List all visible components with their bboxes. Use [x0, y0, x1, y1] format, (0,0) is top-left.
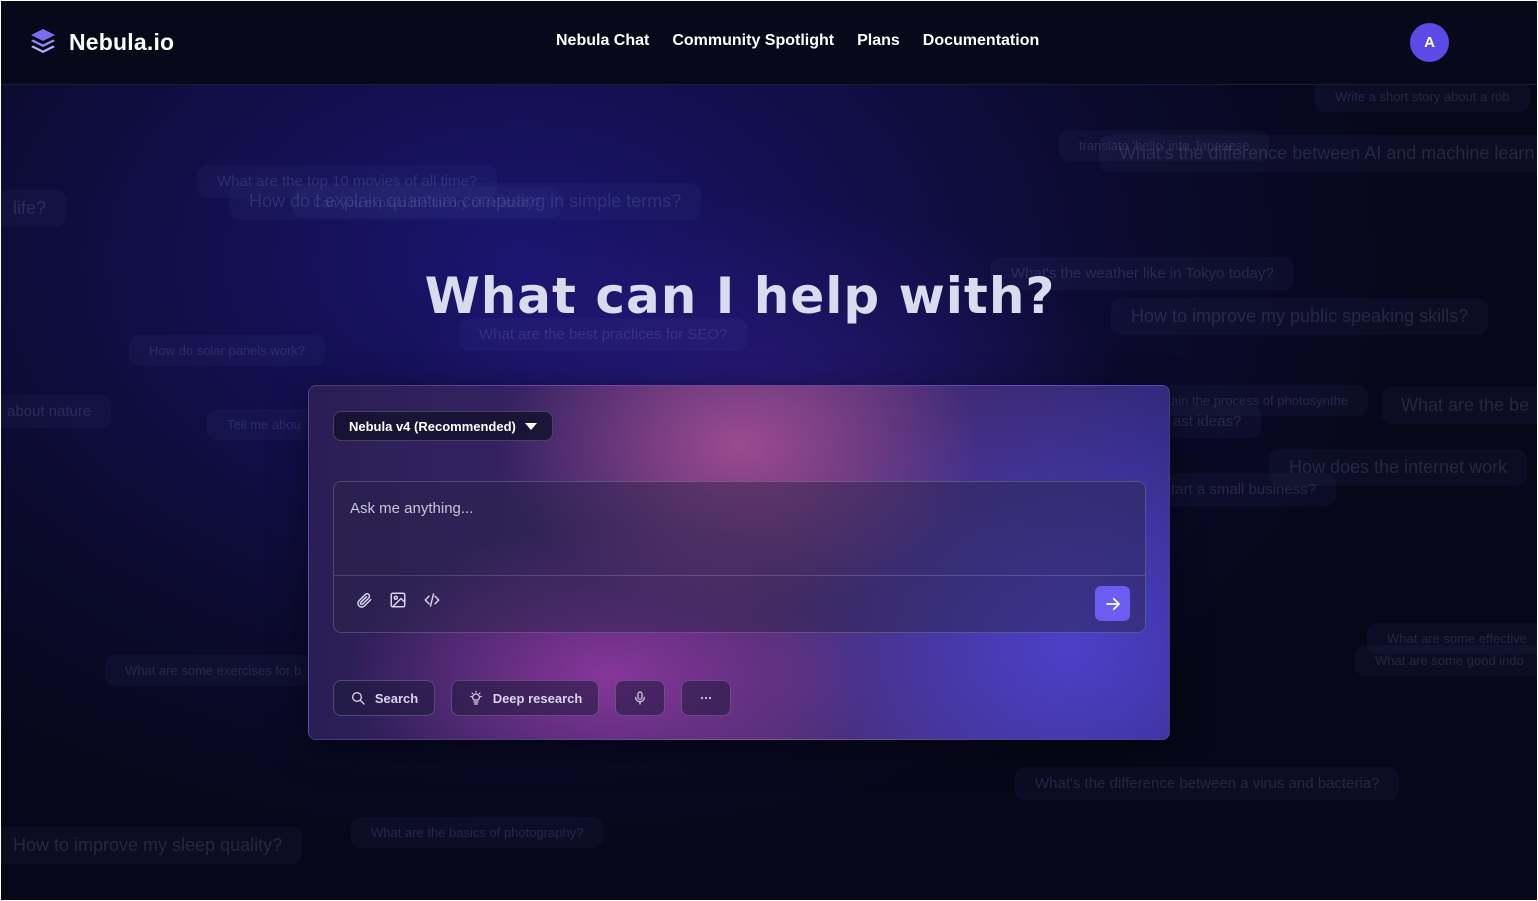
- divider: [334, 575, 1145, 576]
- bg-suggestion: about nature: [1, 395, 112, 428]
- composer-actions: Search Deep research: [333, 680, 731, 716]
- caret-down-icon: [524, 422, 537, 430]
- nav-link-documentation[interactable]: Documentation: [923, 32, 1039, 50]
- deep-research-button[interactable]: Deep research: [451, 680, 599, 716]
- search-button-label: Search: [374, 690, 419, 706]
- bg-suggestion: What are some good indo: [1355, 645, 1537, 676]
- layers-icon: [31, 29, 55, 53]
- prompt-input[interactable]: [334, 482, 1145, 575]
- more-options-button[interactable]: [681, 680, 731, 716]
- main-nav: Nebula Chat Community Spotlight Plans Do…: [556, 32, 1039, 50]
- nav-link-community-spotlight[interactable]: Community Spotlight: [672, 32, 834, 50]
- bg-suggestion: What are the be: [1381, 387, 1537, 424]
- bg-suggestion: What are some exercises for b: [105, 655, 322, 686]
- ellipsis-icon: [700, 696, 712, 700]
- model-selector-label: Nebula v4 (Recommended): [349, 418, 516, 434]
- search-button[interactable]: Search: [333, 680, 435, 716]
- deep-research-button-label: Deep research: [492, 690, 583, 706]
- bg-suggestion: How do solar panels work?: [129, 335, 326, 366]
- voice-input-button[interactable]: [615, 680, 665, 716]
- bg-suggestion: What are the basics of photography?: [351, 817, 604, 848]
- search-icon: [351, 692, 365, 705]
- prompt-box: [333, 481, 1146, 633]
- bg-suggestion: tart a small business?: [1151, 473, 1337, 506]
- nav-link-nebula-chat[interactable]: Nebula Chat: [556, 32, 649, 50]
- chat-composer-card: Nebula v4 (Recommended) Ask me anything.…: [308, 385, 1170, 740]
- bg-suggestion: How do I explain quantum computing in si…: [229, 183, 702, 220]
- bg-suggestion: Write a short story about a rob: [1315, 85, 1530, 112]
- arrow-right-icon: [1105, 597, 1120, 610]
- bg-suggestion: What's the difference between a virus an…: [1015, 767, 1400, 800]
- top-nav-bar: Nebula.io Nebula Chat Community Spotligh…: [1, 1, 1537, 85]
- bg-suggestion: What's the difference between AI and mac…: [1099, 135, 1537, 172]
- nav-link-plans[interactable]: Plans: [857, 32, 900, 50]
- paperclip-icon[interactable]: [354, 590, 374, 610]
- page: Write a short story about a rob translat…: [1, 1, 1537, 900]
- send-button[interactable]: [1095, 586, 1130, 621]
- brand-name: Nebula.io: [69, 28, 175, 55]
- microphone-icon: [635, 691, 645, 705]
- model-selector[interactable]: Nebula v4 (Recommended): [333, 411, 553, 441]
- code-icon[interactable]: [422, 590, 442, 610]
- brand-logo[interactable]: Nebula.io: [29, 27, 174, 57]
- hero-title: What can I help with?: [424, 267, 1056, 325]
- lightbulb-icon: [469, 690, 482, 705]
- image-icon[interactable]: [388, 590, 408, 610]
- bg-suggestion: Tell me abou: [207, 409, 321, 440]
- bg-suggestion: life?: [1, 190, 67, 227]
- composer-tools: [354, 590, 442, 610]
- bg-suggestion: How to improve my sleep quality?: [1, 827, 303, 864]
- user-avatar[interactable]: A: [1410, 23, 1449, 62]
